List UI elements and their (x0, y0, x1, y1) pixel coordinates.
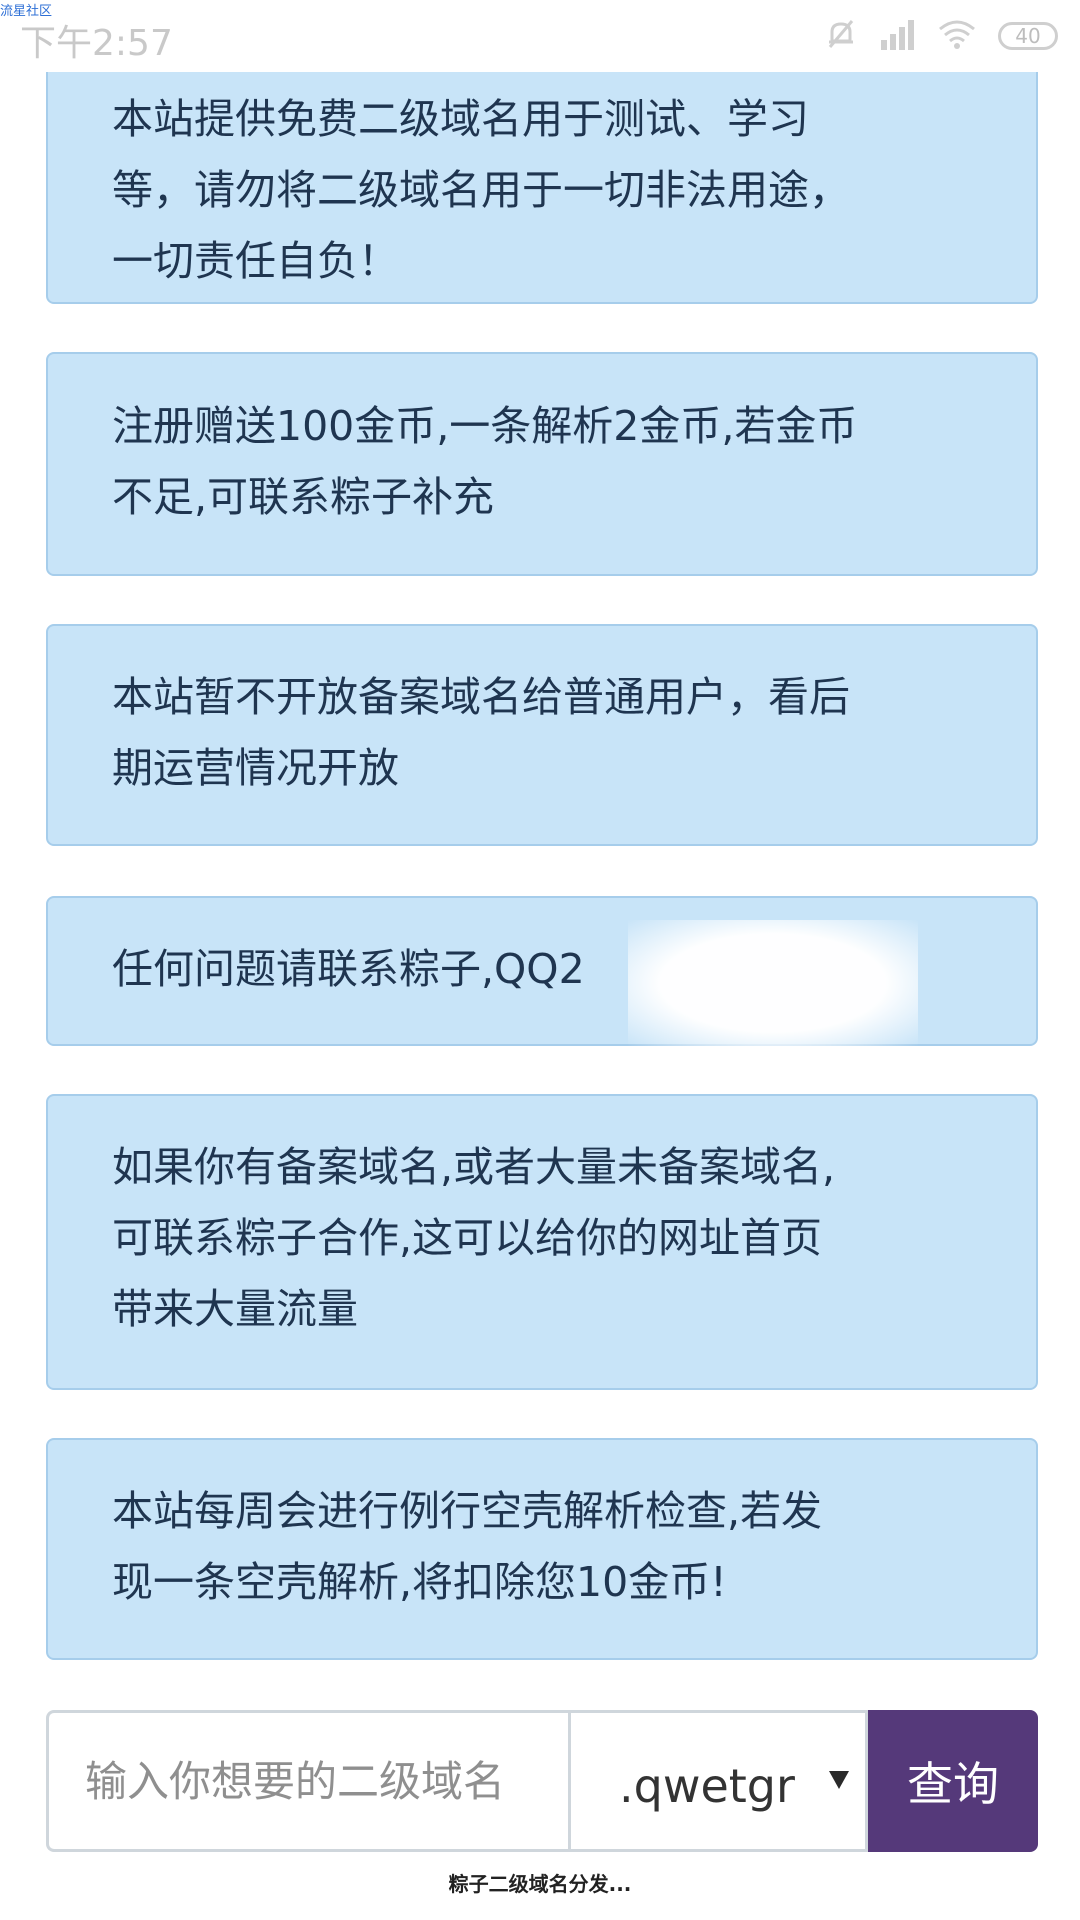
notice-line: 本站暂不开放备案域名给普通用户，看后 (112, 673, 850, 721)
domain-suffix-value: .qwetgr (619, 1759, 795, 1813)
wifi-icon (938, 19, 976, 53)
status-time: 下午2:57 (20, 23, 173, 64)
status-bar: 下午2:57 40 (0, 0, 1080, 72)
notice-line: 注册赠送100金币,一条解析2金币,若金币 (112, 402, 858, 450)
battery-icon: 40 (998, 22, 1058, 50)
status-icons: 40 (824, 18, 1058, 54)
notice-line: 如果你有备案域名,或者大量未备案域名, (112, 1143, 836, 1191)
notice-line: 现一条空壳解析,将扣除您10金币! (112, 1558, 727, 1606)
notice-line: 带来大量流量 (112, 1285, 358, 1333)
footer-label: 粽子二级域名分发... (448, 1872, 632, 1896)
watermark: 流星社区 (0, 4, 53, 19)
notice-line: 本站每周会进行例行空壳解析检查,若发 (112, 1487, 823, 1535)
subdomain-input[interactable] (46, 1710, 568, 1852)
notice-card-2: 注册赠送100金币,一条解析2金币,若金币 不足,可联系粽子补充 (46, 352, 1038, 576)
notice-line: 等，请勿将二级域名用于一切非法用途， (112, 166, 850, 214)
notice-line: 可联系粽子合作,这可以给你的网址首页 (112, 1214, 823, 1262)
notice-card-3: 本站暂不开放备案域名给普通用户，看后 期运营情况开放 (46, 624, 1038, 846)
notice-card-1: 本站提供免费二级域名用于测试、学习 等，请勿将二级域名用于一切非法用途， 一切责… (46, 48, 1038, 304)
chevron-down-icon (829, 1771, 849, 1789)
query-button[interactable]: 查询 (868, 1710, 1038, 1852)
screen: 流星社区 下午2:57 40 本站提供免费二级域名用于测试、学习 等，请勿将二级… (0, 0, 1080, 1920)
domain-suffix-select[interactable]: .qwetgr (568, 1710, 868, 1852)
notice-card-5: 如果你有备案域名,或者大量未备案域名, 可联系粽子合作,这可以给你的网址首页 带… (46, 1094, 1038, 1390)
battery-level: 40 (1015, 24, 1041, 48)
signal-icon (880, 18, 916, 54)
bell-off-icon (824, 17, 858, 55)
notice-line: 本站提供免费二级域名用于测试、学习 (112, 95, 809, 143)
notice-line: 不足,可联系粽子补充 (112, 473, 495, 521)
notice-card-6: 本站每周会进行例行空壳解析检查,若发 现一条空壳解析,将扣除您10金币! (46, 1438, 1038, 1660)
redacted-overlay (628, 920, 918, 1046)
notice-line: 期运营情况开放 (112, 744, 399, 792)
notice-line: 一切责任自负！ (112, 237, 399, 285)
subdomain-search-form: .qwetgr 查询 (46, 1710, 1038, 1852)
